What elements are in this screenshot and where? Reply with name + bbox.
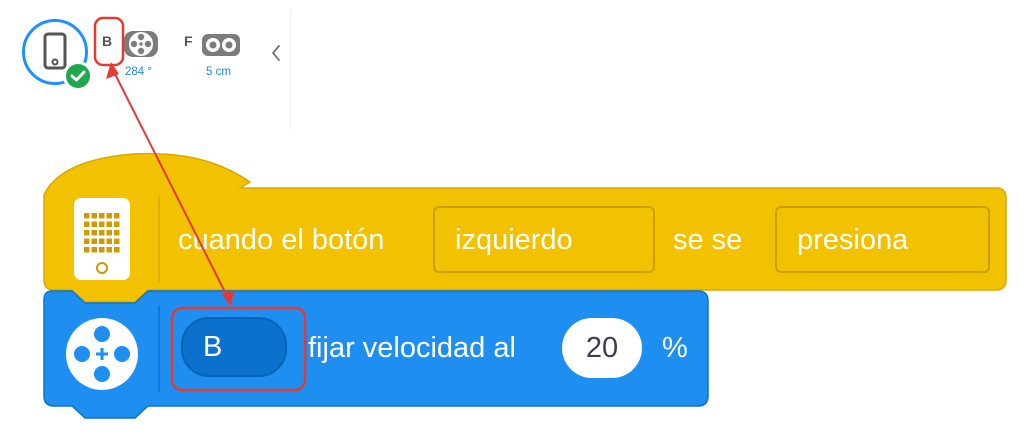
- matrix-pixel: [106, 221, 112, 227]
- matrix-pixel: [106, 230, 112, 236]
- button-action-value: presiona: [797, 224, 909, 256]
- matrix-pixel: [84, 221, 90, 227]
- motor-block-text: fijar velocidad al: [308, 332, 516, 364]
- block-motor-icon: [66, 318, 138, 390]
- matrix-pixel: [114, 230, 120, 236]
- event-text-middle: se se: [673, 224, 743, 256]
- matrix-pixel: [91, 247, 97, 253]
- matrix-pixel: [84, 230, 90, 236]
- matrix-pixel: [99, 213, 105, 219]
- matrix-pixel: [106, 238, 112, 244]
- matrix-pixel: [114, 238, 120, 244]
- matrix-pixel: [106, 213, 112, 219]
- matrix-pixel: [91, 221, 97, 227]
- matrix-pixel: [99, 247, 105, 253]
- matrix-pixel: [84, 238, 90, 244]
- matrix-pixel: [84, 213, 90, 219]
- matrix-pixel: [106, 247, 112, 253]
- matrix-pixel: [99, 230, 105, 236]
- motor-port-dropdown[interactable]: [181, 317, 287, 377]
- matrix-pixel: [91, 213, 97, 219]
- word-blocks-canvas: B 284 ° F 5 cm cuando el botón izquierdo…: [0, 0, 1024, 437]
- matrix-pixel: [114, 221, 120, 227]
- speed-input[interactable]: 20: [562, 318, 642, 378]
- motor-port-value: B: [203, 331, 223, 363]
- event-text-prefix: cuando el botón: [178, 224, 385, 256]
- speed-unit: %: [662, 332, 688, 364]
- button-side-value: izquierdo: [455, 224, 573, 256]
- matrix-pixel: [114, 213, 120, 219]
- matrix-pixel: [99, 221, 105, 227]
- matrix-pixel: [84, 247, 90, 253]
- matrix-pixel: [91, 230, 97, 236]
- matrix-pixel: [99, 238, 105, 244]
- matrix-pixel: [114, 247, 120, 253]
- matrix-pixel: [91, 238, 97, 244]
